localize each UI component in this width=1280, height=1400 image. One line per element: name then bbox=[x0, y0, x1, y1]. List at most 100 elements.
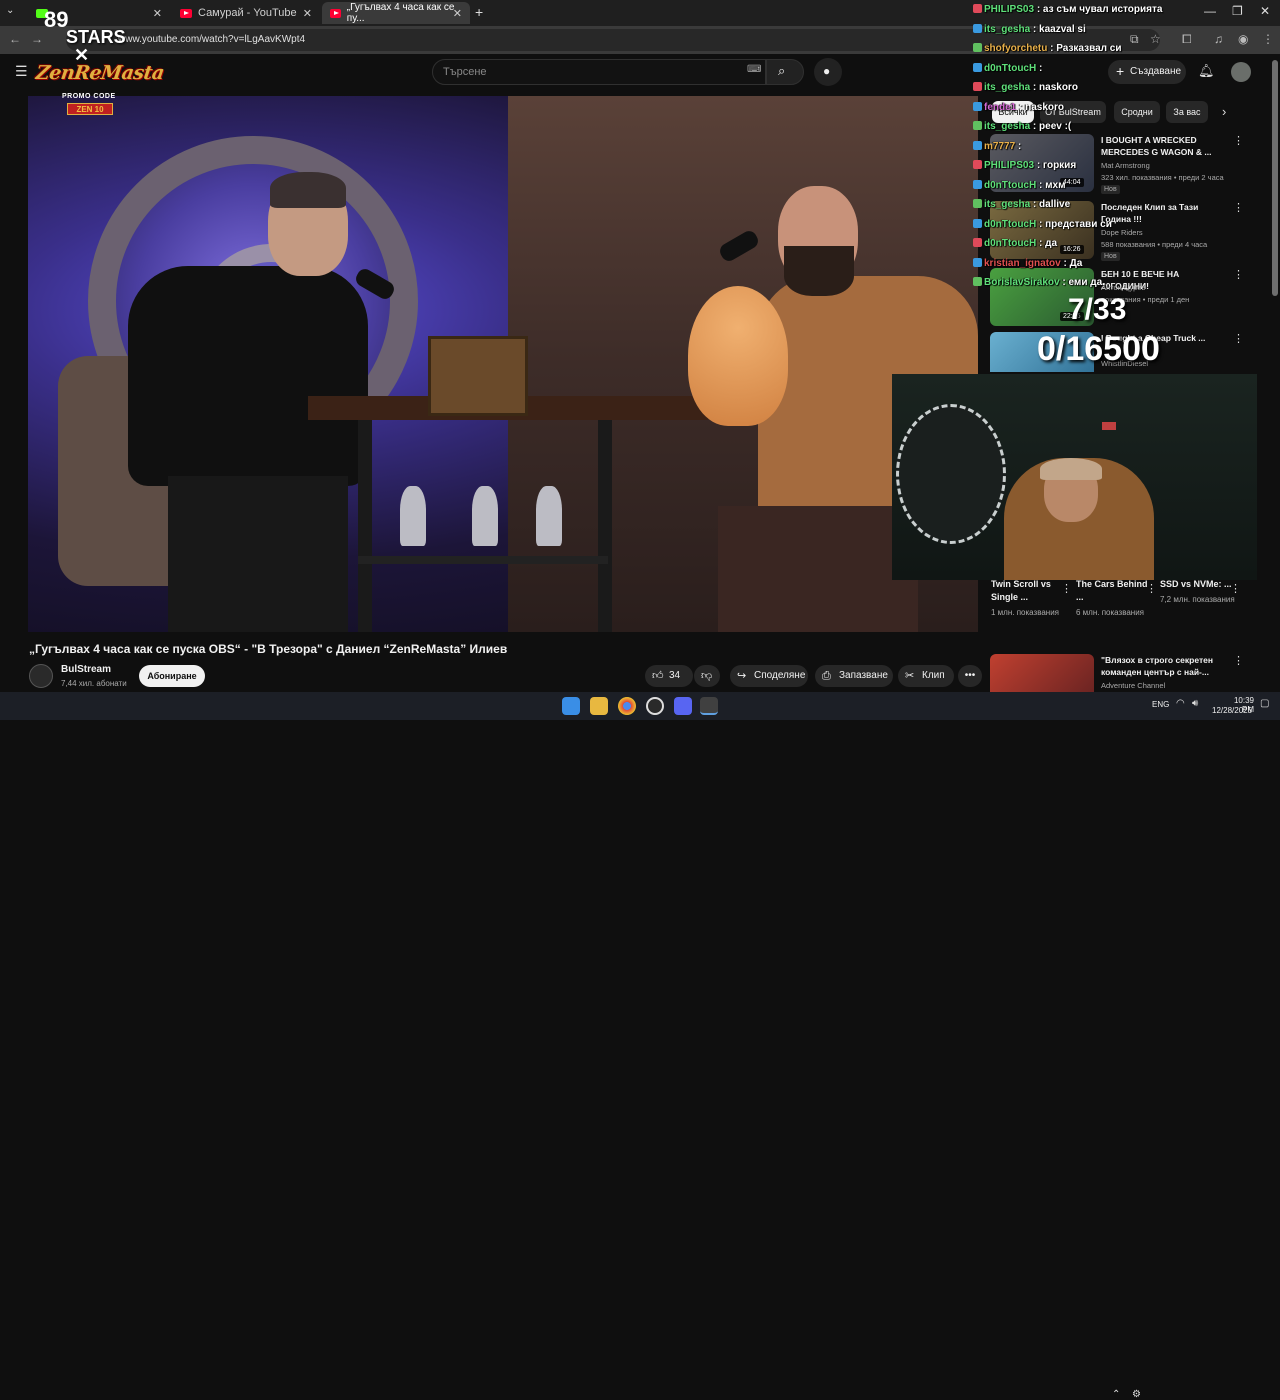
chat-badge-icon bbox=[973, 4, 982, 13]
restore-icon[interactable]: ❐ bbox=[1232, 4, 1243, 18]
dislike-button[interactable]: 👎︎ bbox=[694, 665, 720, 687]
chat-message: d0nTtoucH : да bbox=[973, 238, 1057, 249]
chat-text: : мхм bbox=[1039, 179, 1066, 191]
channel-avatar[interactable] bbox=[29, 664, 53, 688]
account-avatar[interactable] bbox=[1231, 62, 1251, 82]
notifications-bell-icon[interactable]: 🔔︎ bbox=[1198, 63, 1215, 79]
subscribe-button[interactable]: Абониране bbox=[139, 665, 205, 687]
short-item[interactable]: SSD vs NVMe: ... 7,2 млн. показвания ⋮ bbox=[1160, 578, 1241, 606]
search-button[interactable]: ⌕ bbox=[766, 59, 804, 85]
voice-search-button[interactable]: ● bbox=[814, 58, 842, 86]
close-icon[interactable]: ✕ bbox=[153, 7, 162, 20]
short-title: The Cars Behind ... bbox=[1076, 579, 1148, 602]
share-icon: ↪ bbox=[737, 670, 747, 682]
forward-icon[interactable]: → bbox=[31, 32, 43, 46]
chat-message: kristian_ignatov : Да bbox=[973, 257, 1082, 269]
tab-search-icon[interactable]: ⌄ bbox=[6, 5, 14, 16]
chat-badge-icon bbox=[973, 101, 982, 111]
video-title: "Влязох в строго секретен команден центъ… bbox=[1101, 655, 1213, 677]
more-options-icon[interactable]: ⋮ bbox=[1061, 582, 1072, 595]
scissors-icon: ✂ bbox=[905, 670, 915, 682]
chat-text: : bbox=[1039, 62, 1043, 74]
chat-text: : naskoro bbox=[1019, 101, 1065, 113]
chevron-right-icon[interactable]: › bbox=[1222, 104, 1226, 119]
volume-icon[interactable]: 🔊︎ bbox=[1192, 698, 1198, 709]
more-options-icon[interactable]: ⋮ bbox=[1146, 582, 1157, 595]
page-scrollbar[interactable] bbox=[1272, 60, 1278, 296]
create-button[interactable]: Създаване bbox=[1108, 60, 1186, 84]
terminal-icon[interactable] bbox=[700, 697, 718, 715]
chat-message: d0nTtoucH : представи си bbox=[973, 218, 1112, 230]
close-window-icon[interactable]: ✕ bbox=[1260, 4, 1270, 18]
network-icon[interactable]: ⚙ bbox=[1132, 1389, 1141, 1400]
search-input[interactable]: Търсене ⌨ bbox=[432, 59, 766, 85]
clip-button[interactable]: ✂ Клип bbox=[898, 665, 954, 687]
new-badge: Нов bbox=[1101, 185, 1120, 194]
chat-badge-icon bbox=[973, 218, 982, 228]
close-icon[interactable]: ✕ bbox=[303, 7, 312, 20]
chip-for-you[interactable]: За вас bbox=[1166, 101, 1208, 123]
channel-subscribers: 7,44 хил. абонати bbox=[61, 679, 127, 688]
notification-center-icon[interactable]: ▢ bbox=[1260, 698, 1269, 709]
more-options-icon[interactable]: ⋮ bbox=[1230, 582, 1241, 595]
search-placeholder: Търсене bbox=[443, 66, 487, 78]
new-tab-icon[interactable]: + bbox=[475, 4, 483, 20]
video-player[interactable]: ⚷ bbox=[28, 96, 978, 632]
menu-dots-icon[interactable]: ⋮ bbox=[1262, 32, 1274, 46]
more-options-icon[interactable]: ⋮ bbox=[1233, 134, 1244, 147]
like-button[interactable]: 👍︎ 34 bbox=[645, 665, 693, 687]
channel-name[interactable]: BulStream bbox=[61, 664, 111, 675]
taskbar-date[interactable]: 12/28/2025 bbox=[1212, 706, 1252, 715]
minimize-icon[interactable]: — bbox=[1204, 4, 1216, 18]
more-options-icon[interactable]: ⋮ bbox=[1233, 268, 1244, 281]
language-indicator[interactable]: ENG bbox=[1152, 700, 1169, 709]
recommendation-item[interactable]: "Влязох в строго секретен команден центъ… bbox=[990, 654, 1245, 692]
tab-current-video[interactable]: „Гугълвах 4 часа как се пу... ✕ bbox=[322, 2, 470, 24]
save-button[interactable]: ⎙ Запазване bbox=[815, 665, 893, 687]
discord-icon[interactable] bbox=[674, 697, 692, 715]
more-options-icon[interactable]: ⋮ bbox=[1233, 332, 1244, 345]
chat-username: d0nTtoucH bbox=[984, 179, 1037, 191]
windows-start-icon[interactable] bbox=[562, 697, 580, 715]
recommendation-item[interactable]: 16:26 Последен Клип за Тази Година !!! D… bbox=[990, 201, 1245, 261]
goal-counter-primary: 7/33 bbox=[1068, 293, 1127, 326]
tray-chevron-icon[interactable]: ⌃ bbox=[1112, 1389, 1120, 1400]
chat-username: PHILIPS03 bbox=[984, 4, 1035, 15]
video-meta: 323 хил. показвания • преди 2 часа bbox=[1101, 173, 1224, 182]
save-label: Запазване bbox=[839, 670, 888, 681]
chat-username: its_gesha bbox=[984, 82, 1031, 93]
back-icon[interactable]: ← bbox=[9, 32, 21, 46]
pomeranian-dog bbox=[688, 286, 788, 426]
close-icon[interactable]: ✕ bbox=[453, 7, 462, 20]
more-options-icon[interactable]: ⋮ bbox=[1233, 654, 1244, 667]
more-actions-button[interactable]: ••• bbox=[958, 665, 982, 687]
hamburger-menu-icon[interactable]: ☰ bbox=[15, 63, 28, 80]
bookmark-star-icon[interactable]: ☆ bbox=[1150, 32, 1161, 46]
chat-badge-icon bbox=[973, 238, 982, 247]
obs-icon[interactable] bbox=[646, 697, 664, 715]
stars-overlay: 89 STARS ✕ bbox=[44, 7, 144, 65]
chat-message: m7777 : bbox=[973, 140, 1021, 152]
extensions-icon[interactable]: ⧠ bbox=[1182, 32, 1192, 47]
video-title: „Гугълвах 4 часа как се пуска OBS“ - "В … bbox=[29, 642, 508, 656]
channel-name: Adventure Channel bbox=[1101, 681, 1166, 690]
hanging-chair bbox=[896, 404, 1006, 544]
stars-count: 89 bbox=[44, 7, 69, 32]
share-button[interactable]: ↪ Споделяне bbox=[730, 665, 808, 687]
thumbs-down-icon: 👎︎ bbox=[701, 670, 713, 682]
chip-related[interactable]: Сродни bbox=[1114, 101, 1160, 123]
keyboard-icon[interactable]: ⌨ bbox=[747, 64, 761, 75]
chrome-icon[interactable] bbox=[618, 697, 636, 715]
cast-icon[interactable]: ⧉ bbox=[1130, 32, 1139, 47]
media-icon[interactable]: ♫ bbox=[1214, 32, 1223, 46]
chat-username: its_gesha bbox=[984, 199, 1031, 210]
file-explorer-icon[interactable] bbox=[590, 697, 608, 715]
short-item[interactable]: The Cars Behind ... 6 млн. показвания ⋮ bbox=[1076, 578, 1157, 619]
short-item[interactable]: Twin Scroll vs Single ... 1 млн. показва… bbox=[991, 578, 1072, 619]
wifi-icon[interactable]: ◠ bbox=[1176, 698, 1185, 709]
chat-badge-icon bbox=[973, 140, 982, 150]
more-options-icon[interactable]: ⋮ bbox=[1233, 201, 1244, 214]
profile-icon[interactable]: ◉ bbox=[1238, 32, 1248, 46]
tab-samurai[interactable]: Самурай - YouTube ✕ bbox=[172, 2, 320, 24]
chat-username: its_gesha bbox=[984, 23, 1031, 35]
